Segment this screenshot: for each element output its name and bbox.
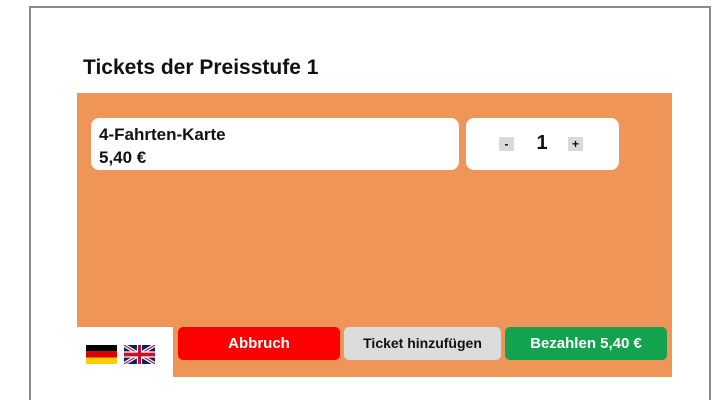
page-title: Tickets der Preisstufe 1 [83,56,319,79]
quantity-value: 1 [536,132,548,154]
ticket-item[interactable]: 4-Fahrten-Karte 5,40 € [91,118,459,170]
uk-flag-icon[interactable] [124,345,155,364]
increase-quantity-button[interactable]: + [568,137,583,151]
decrease-quantity-button[interactable]: - [499,137,514,151]
ticket-panel: 4-Fahrten-Karte 5,40 € - 1 + Abbruch Tic… [77,93,672,377]
quantity-stepper: - 1 + [466,118,619,170]
pay-button[interactable]: Bezahlen 5,40 € [505,327,667,360]
add-ticket-button[interactable]: Ticket hinzufügen [344,327,501,360]
ticket-price: 5,40 € [99,148,147,167]
ticket-name: 4-Fahrten-Karte [99,125,226,144]
german-flag-icon[interactable] [86,345,117,364]
cancel-button[interactable]: Abbruch [178,327,340,360]
language-selector [77,327,173,377]
